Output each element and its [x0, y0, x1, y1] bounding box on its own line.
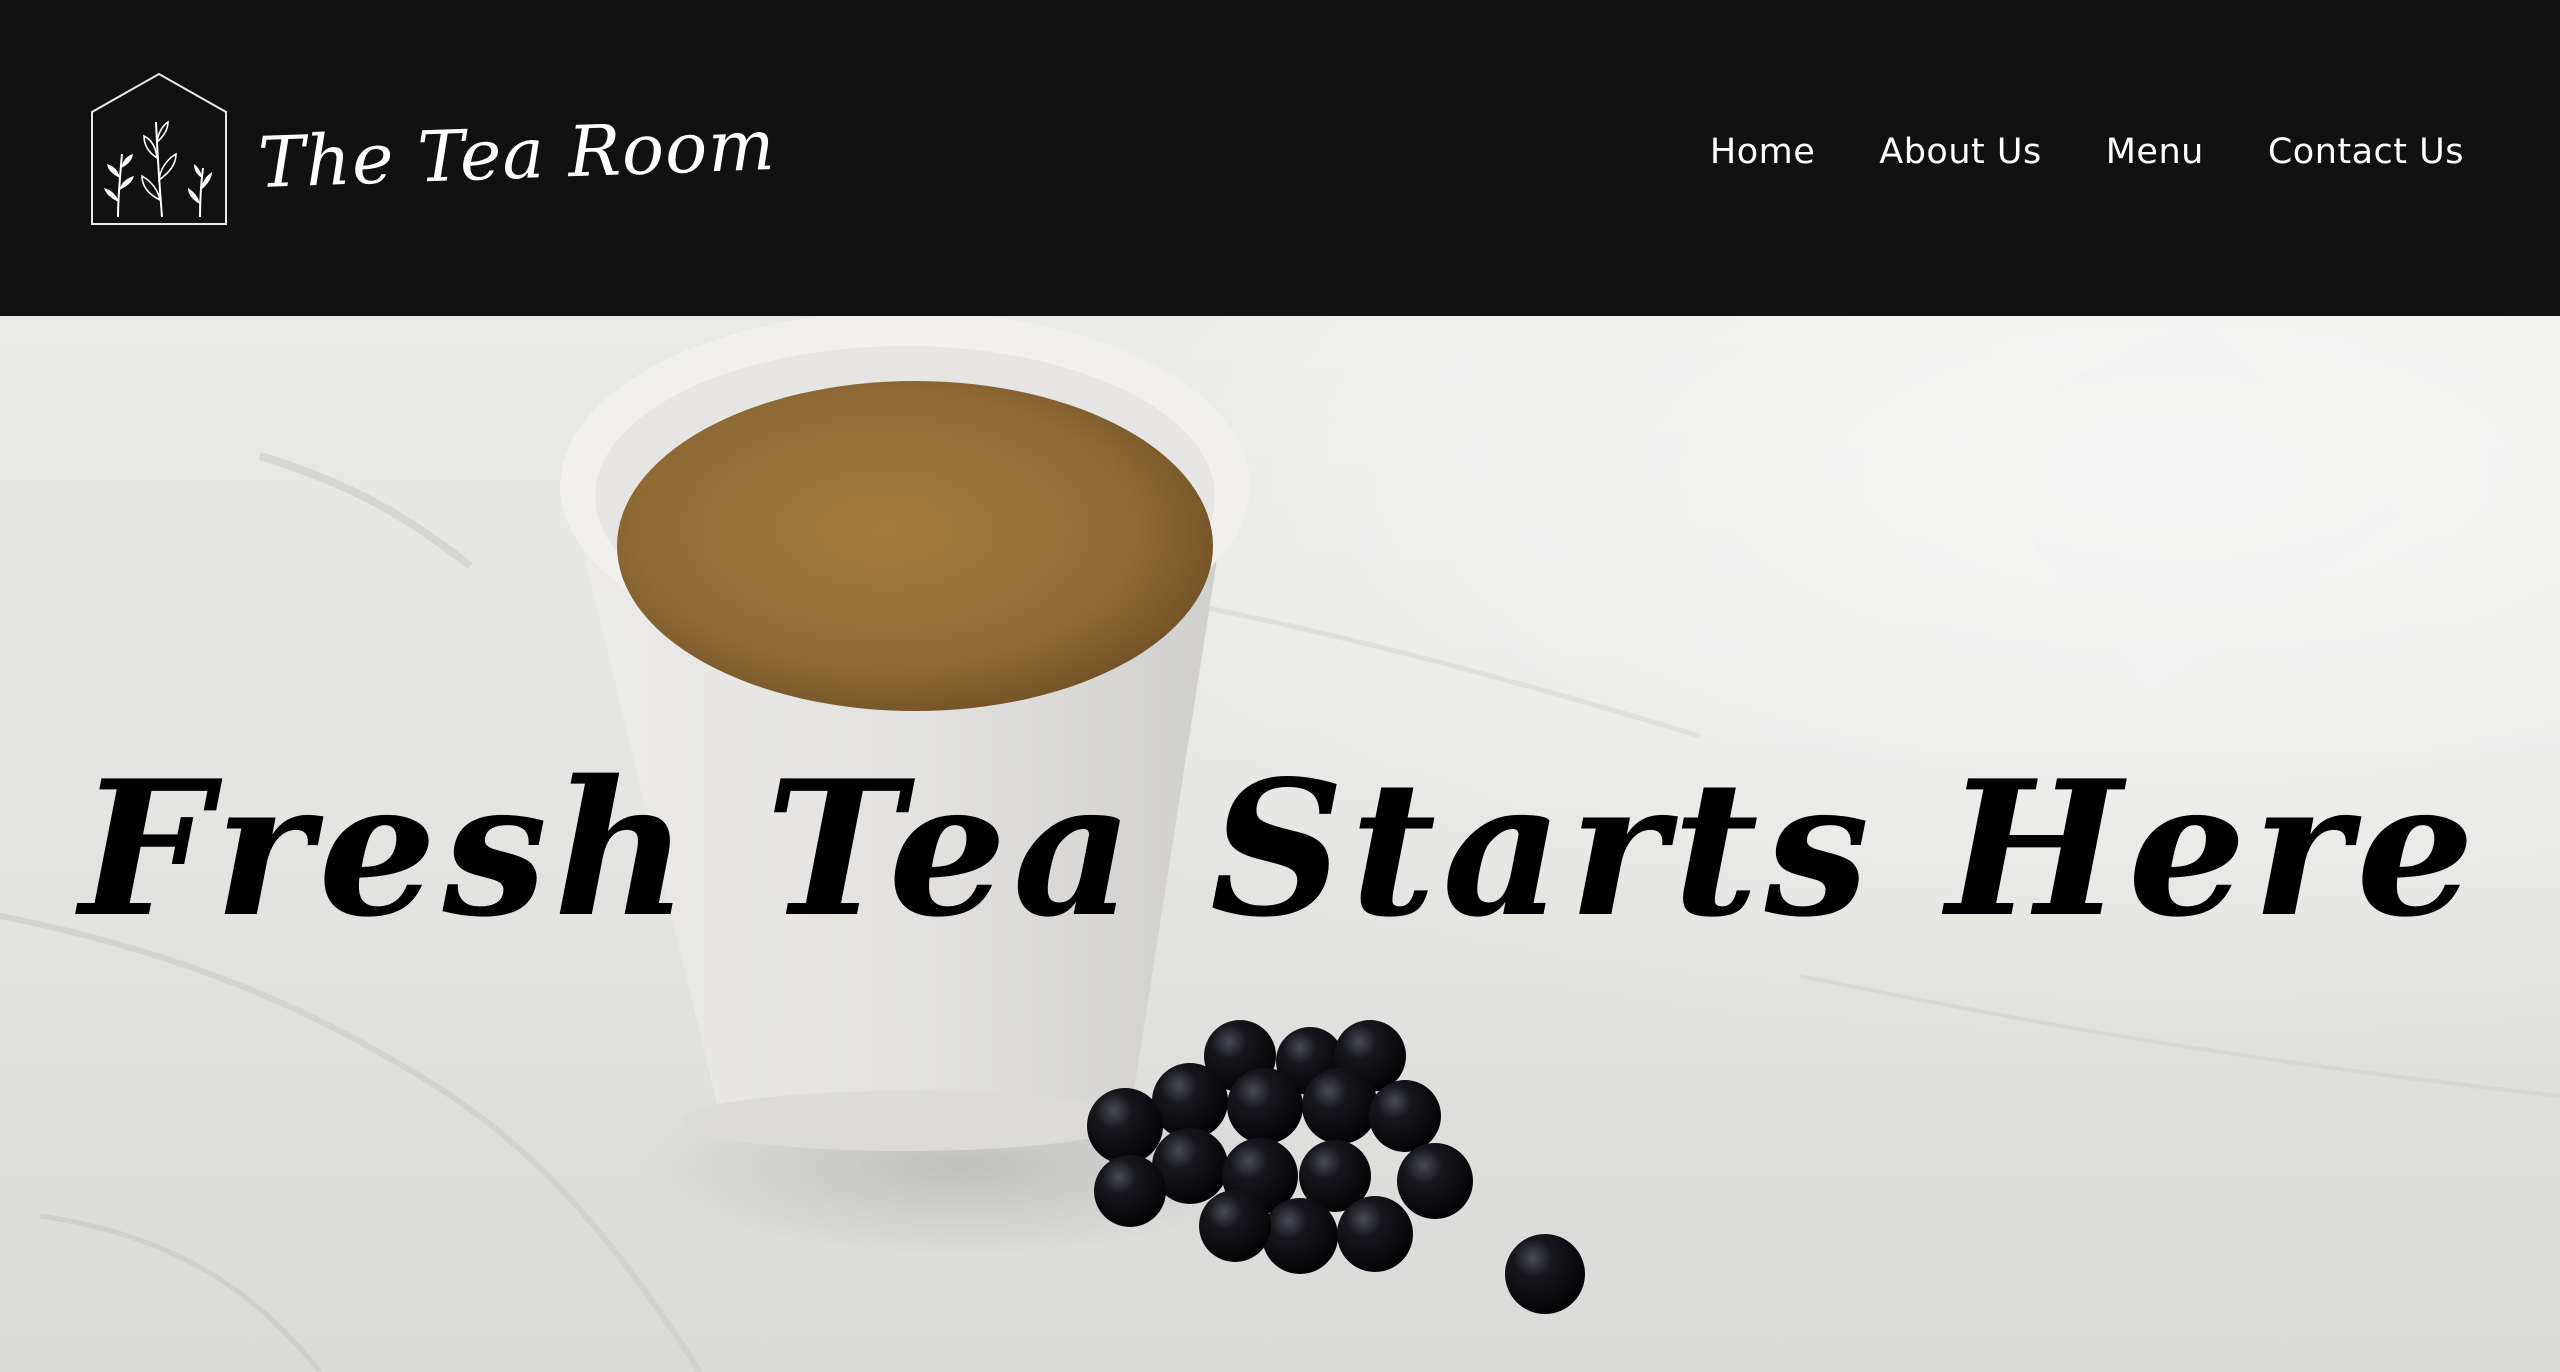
nav-contact-us-link[interactable]: Contact Us — [2268, 132, 2464, 172]
nav-menu-link[interactable]: Menu — [2106, 132, 2204, 172]
house-with-plants-icon — [91, 72, 227, 225]
brand-name: The Tea Room — [256, 103, 777, 205]
main-nav: Home About Us Menu Contact Us — [1710, 132, 2464, 172]
site-header: The Tea Room Home About Us Menu Contact … — [0, 0, 2560, 316]
hero-section: Fresh Tea Starts Here — [0, 316, 2560, 1372]
logo[interactable]: The Tea Room — [90, 72, 777, 226]
nav-about-us-link[interactable]: About Us — [1879, 132, 2041, 172]
nav-home-link[interactable]: Home — [1710, 132, 1815, 172]
page: The Tea Room Home About Us Menu Contact … — [0, 0, 2560, 1372]
hero-heading: Fresh Tea Starts Here — [79, 739, 2481, 958]
